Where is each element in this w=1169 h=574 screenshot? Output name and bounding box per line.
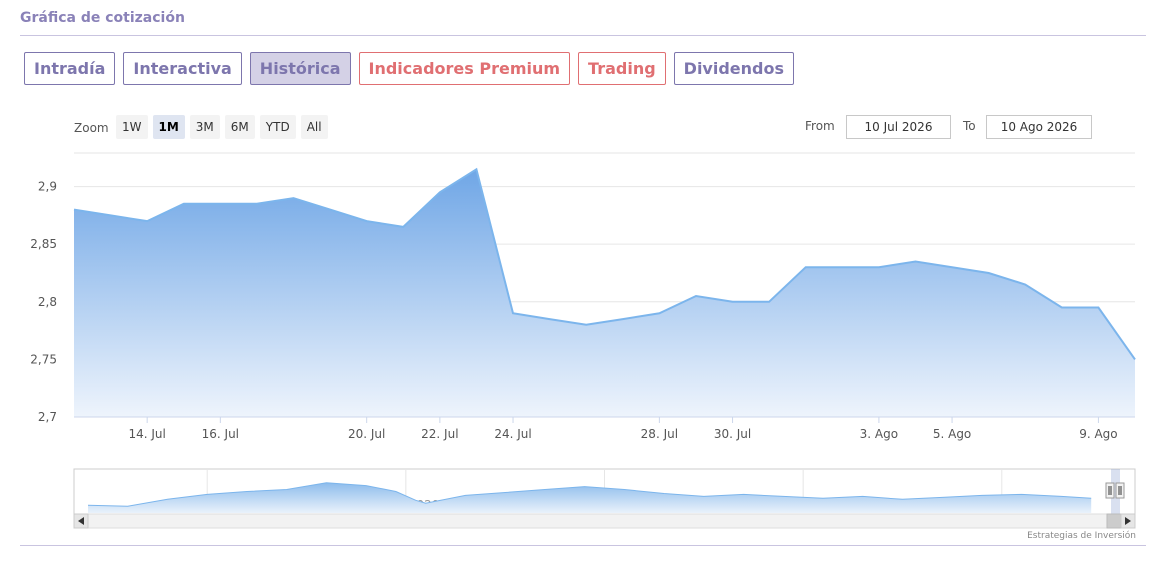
- x-tick-label: 20. Jul: [348, 427, 385, 441]
- y-tick-label: 2,7: [38, 410, 57, 424]
- y-tick-label: 2,75: [30, 352, 57, 366]
- y-tick-label: 2,9: [38, 180, 57, 194]
- price-area: [74, 169, 1135, 417]
- x-tick-label: 22. Jul: [421, 427, 458, 441]
- x-tick-label: 14. Jul: [128, 427, 165, 441]
- y-tick-label: 2,85: [30, 237, 57, 251]
- x-tick-label: 9. Ago: [1079, 427, 1117, 441]
- price-chart: 2,7 2,75 2,8 2,85 2,9 14. Jul 16. Jul 20. Jul 2…: [30, 152, 1136, 529]
- y-tick-label: 2,8: [38, 295, 57, 309]
- x-tick-label: 3. Ago: [860, 427, 898, 441]
- scrollbar-track[interactable]: [73, 513, 1136, 529]
- x-tick-label: 28. Jul: [641, 427, 678, 441]
- x-tick-label: 5. Ago: [933, 427, 971, 441]
- scrollbar[interactable]: [73, 513, 1136, 529]
- bottom-divider: [20, 545, 1146, 546]
- chart-credit[interactable]: Estrategias de Inversión: [1027, 531, 1136, 541]
- x-tick-label: 30. Jul: [714, 427, 751, 441]
- navigator[interactable]: 20182020202220242026: [73, 468, 1136, 515]
- scrollbar-thumb[interactable]: [1106, 513, 1122, 529]
- x-tick-label: 16. Jul: [202, 427, 239, 441]
- x-tick-label: 24. Jul: [494, 427, 531, 441]
- x-axis-ticks: 14. Jul 16. Jul 20. Jul 22. Jul 24. Jul 28. J…: [128, 417, 1118, 441]
- y-axis-labels: 2,7 2,75 2,8 2,85 2,9: [30, 180, 57, 424]
